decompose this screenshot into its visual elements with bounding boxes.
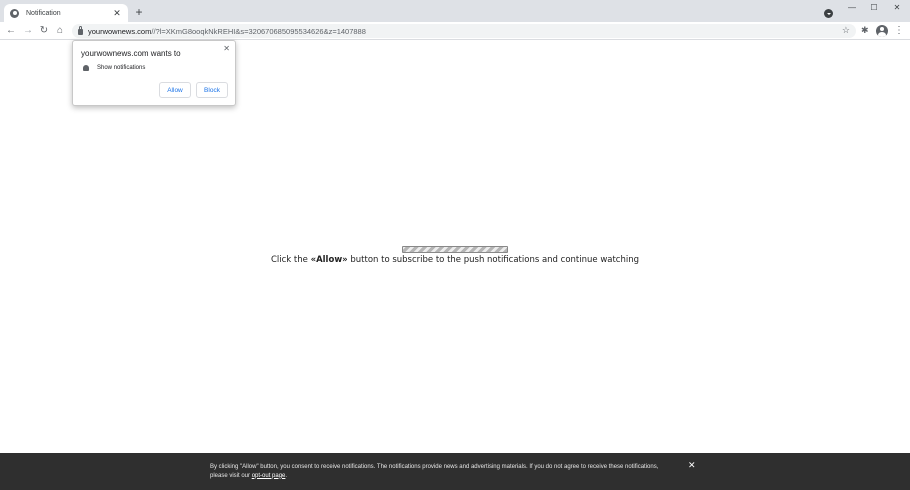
bookmark-star-icon[interactable]: ☆ xyxy=(842,25,850,36)
reload-button[interactable]: ↻ xyxy=(38,25,50,37)
message-bold: «Allow» xyxy=(310,255,348,265)
opt-out-link[interactable]: opt-out page xyxy=(252,473,286,479)
allow-button[interactable]: Allow xyxy=(159,82,191,98)
browser-toolbar: ← → ↻ ⌂ yourwownews.com //?l=XKmG8ooqkNk… xyxy=(0,22,910,40)
lock-icon[interactable] xyxy=(78,26,83,35)
permission-label: Show notifications xyxy=(97,65,146,71)
popup-title: yourwownews.com wants to xyxy=(81,49,181,58)
globe-icon xyxy=(10,8,19,18)
block-button[interactable]: Block xyxy=(196,82,228,98)
bell-icon xyxy=(83,65,89,71)
tab-close-icon[interactable]: ✕ xyxy=(112,8,122,18)
minimize-button[interactable]: — xyxy=(845,2,859,14)
tab-notification[interactable]: Notification ✕ xyxy=(4,4,128,22)
close-window-button[interactable]: ✕ xyxy=(890,2,904,14)
maximize-button[interactable]: ☐ xyxy=(867,2,881,14)
url-host: yourwownews.com xyxy=(88,26,152,36)
popup-close-icon[interactable]: ✕ xyxy=(223,44,230,53)
instruction-message: Click the «Allow» button to subscribe to… xyxy=(0,255,910,265)
tab-search-icon[interactable] xyxy=(824,9,833,18)
back-button[interactable]: ← xyxy=(5,25,17,37)
address-bar[interactable]: yourwownews.com //?l=XKmG8ooqkNkREHI&s=3… xyxy=(72,24,856,38)
notification-permission-popup: yourwownews.com wants to ✕ Show notifica… xyxy=(72,40,236,106)
message-after: button to subscribe to the push notifica… xyxy=(347,255,640,265)
home-button[interactable]: ⌂ xyxy=(54,25,66,37)
tab-strip: Notification ✕ + — ☐ ✕ xyxy=(0,0,910,22)
loading-progress-bar xyxy=(402,246,508,253)
consent-text: By clicking "Allow" button, you consent … xyxy=(210,463,676,480)
consent-end: . xyxy=(285,472,288,479)
profile-avatar[interactable] xyxy=(876,25,888,37)
consent-close-icon[interactable]: ✕ xyxy=(688,460,696,471)
url-path: //?l=XKmG8ooqkNkREHI&s=32067068509553462… xyxy=(151,26,366,36)
consent-bar: By clicking "Allow" button, you consent … xyxy=(0,453,910,490)
forward-button[interactable]: → xyxy=(22,25,34,37)
message-before: Click the xyxy=(270,255,311,265)
new-tab-button[interactable]: + xyxy=(133,6,145,18)
extensions-icon[interactable]: ✱ xyxy=(861,25,869,36)
tab-title: Notification xyxy=(26,9,61,17)
browser-menu-icon[interactable]: ⋮ xyxy=(894,25,904,37)
